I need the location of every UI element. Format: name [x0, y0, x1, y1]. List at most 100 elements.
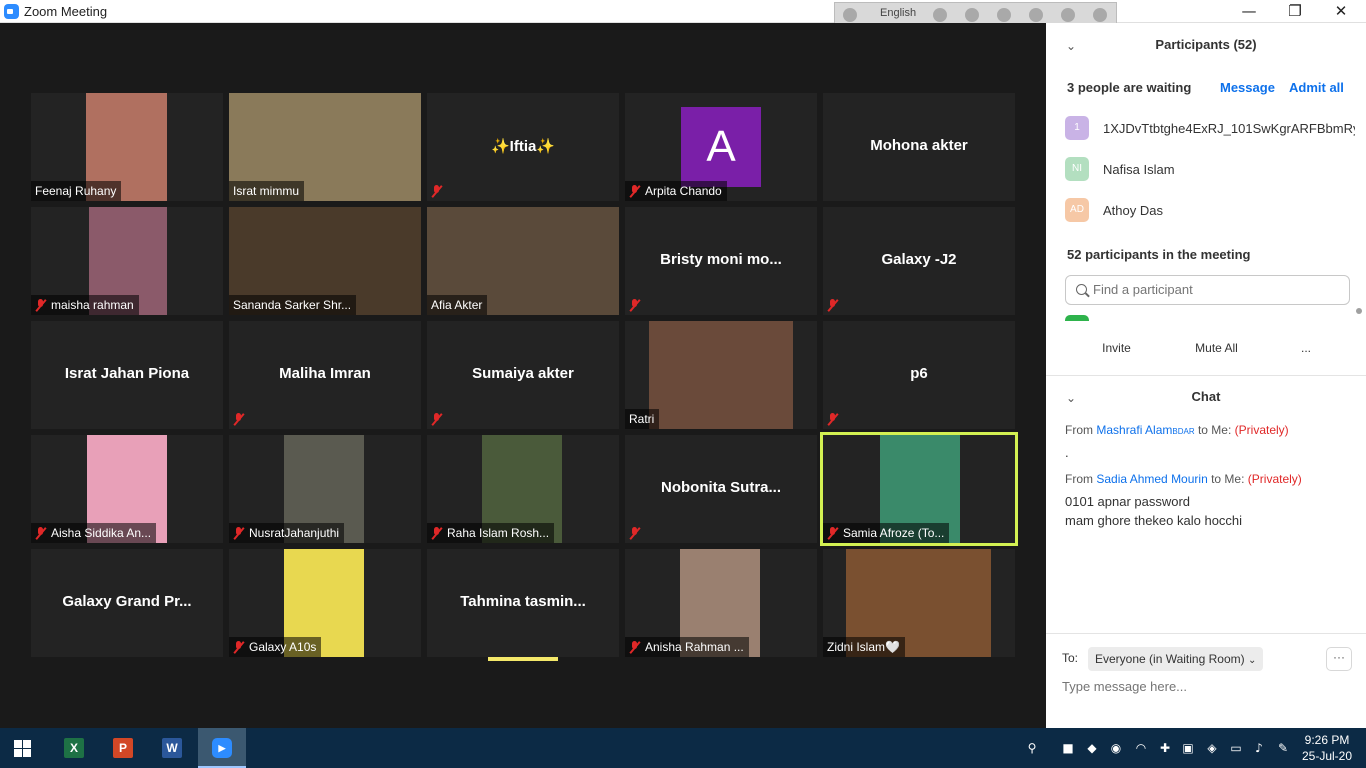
restore-icon[interactable]: ❐ — [1272, 0, 1318, 23]
participant-tile[interactable]: Galaxy A10s — [229, 549, 421, 657]
participant-label: Samia Afroze (To... — [823, 523, 950, 543]
wifi-icon[interactable]: ◠ — [1133, 740, 1149, 756]
recipient-dropdown[interactable]: Everyone (in Waiting Room) ⌄ — [1088, 647, 1264, 671]
participant-label: Feenaj Ruhany — [31, 181, 122, 201]
mic-muted-icon — [431, 412, 442, 426]
close-icon[interactable]: ✕ — [1318, 0, 1364, 23]
language-label[interactable]: English — [880, 7, 916, 19]
info-icon[interactable] — [1093, 8, 1107, 22]
participant-tile[interactable]: Galaxy Grand Pr... — [31, 549, 223, 657]
mic-muted-icon — [629, 184, 640, 198]
waiting-participant[interactable]: 1 1XJDvTtbtghe4ExRJ_101SwKgrARFBbmRyb2 — [1065, 116, 1360, 142]
participant-name: Zidni Islam🤍 — [827, 640, 900, 654]
invite-button[interactable]: Invite — [1093, 336, 1140, 362]
participant-name: Israt Jahan Piona — [64, 365, 190, 382]
participant-tile[interactable]: Galaxy -J2 — [823, 207, 1015, 315]
recipient-text: to Me: — [1197, 423, 1232, 437]
participant-tile[interactable]: NusratJahanjuthi — [229, 435, 421, 543]
participant-search[interactable] — [1065, 275, 1350, 305]
chat-composer: To: Everyone (in Waiting Room) ⌄ ··· — [1046, 633, 1366, 728]
participant-tile[interactable]: Raha Islam Rosh... — [427, 435, 619, 543]
participant-name: Ratri — [629, 412, 655, 426]
help-icon[interactable] — [1061, 8, 1075, 22]
start-button[interactable] — [14, 740, 31, 757]
minimize-icon[interactable]: — — [1226, 0, 1272, 23]
participant-name: Nafisa Islam — [1103, 162, 1175, 177]
scrollbar-thumb[interactable] — [1356, 308, 1362, 314]
zoom-tray-icon[interactable]: ■ — [1060, 740, 1076, 756]
participant-name: p6 — [910, 365, 928, 382]
participant-name: Arpita Chando — [645, 184, 722, 198]
network-icon[interactable]: ◈ — [1204, 740, 1220, 756]
participant-name: Tahmina tasmin... — [460, 593, 586, 610]
side-panel: ⌄ Participants (52) 3 people are waiting… — [1046, 23, 1366, 728]
participant-name: Feenaj Ruhany — [35, 184, 117, 198]
mute-all-button[interactable]: Mute All — [1184, 336, 1249, 362]
antivirus-icon[interactable]: ▣ — [1180, 740, 1196, 756]
participant-tile[interactable]: Anisha Rahman ... — [625, 549, 817, 657]
tool-icon[interactable] — [965, 8, 979, 22]
participant-tile[interactable]: Israt Jahan Piona — [31, 321, 223, 429]
participant-tile[interactable]: Afia Akter — [427, 207, 619, 315]
taskbar-word[interactable]: W — [148, 728, 196, 768]
waiting-participant[interactable]: NI Nafisa Islam — [1065, 157, 1360, 183]
participant-tile[interactable]: p6 — [823, 321, 1015, 429]
search-input[interactable] — [1093, 282, 1343, 297]
participant-tile[interactable]: Maliha Imran — [229, 321, 421, 429]
record-icon[interactable]: ◉ — [1108, 740, 1124, 756]
chat-header: ⌄ Chat — [1046, 389, 1366, 411]
security-icon[interactable]: ✚ — [1157, 740, 1173, 756]
in-meeting-count: 52 participants in the meeting — [1067, 247, 1251, 262]
language-icon[interactable]: ✎ — [1275, 740, 1291, 756]
app-tray-icon[interactable]: ◆ — [1084, 740, 1100, 756]
taskbar-powerpoint[interactable]: P — [99, 728, 147, 768]
participant-tile[interactable]: A Arpita Chando — [625, 93, 817, 201]
chat-more-button[interactable]: ··· — [1326, 647, 1352, 671]
mic-muted-icon — [629, 640, 640, 654]
participant-tile[interactable]: Tahmina tasmin... — [427, 549, 619, 657]
participant-name: Galaxy A10s — [249, 640, 317, 654]
mic-muted-icon — [35, 298, 46, 312]
participant-label — [823, 295, 848, 315]
message-body: . — [1065, 445, 1069, 460]
settings-gear-icon[interactable] — [997, 8, 1011, 22]
taskbar: X P W ▶ ⚲ ■ ◆ ◉ ◠ ✚ ▣ ◈ ▭ ♪ ✎ 9:26 PM 25… — [0, 728, 1366, 768]
admit-all-button[interactable]: Admit all — [1289, 80, 1344, 95]
participant-tile[interactable]: Sananda Sarker Shr... — [229, 207, 421, 315]
taskbar-zoom[interactable]: ▶ — [198, 728, 246, 768]
participant-tile[interactable]: Bristy moni mo... — [625, 207, 817, 315]
sender-name[interactable]: Mashrafi Alam — [1096, 423, 1172, 437]
participant-tile[interactable]: Sumaiya akter — [427, 321, 619, 429]
chat-message-input[interactable] — [1062, 679, 1352, 694]
participant-tile[interactable]: ✨Iftia✨ — [427, 93, 619, 201]
participant-name: maisha rahman — [51, 298, 134, 312]
participant-tile[interactable]: Israt mimmu — [229, 93, 421, 201]
participant-name: Galaxy -J2 — [881, 251, 957, 268]
taskbar-excel[interactable]: X — [50, 728, 98, 768]
participant-label: Israt mimmu — [229, 181, 304, 201]
waiting-participant[interactable]: AD Athoy Das — [1065, 198, 1360, 224]
participant-tile[interactable]: maisha rahman — [31, 207, 223, 315]
keyboard-icon[interactable] — [933, 8, 947, 22]
taskbar-clock[interactable]: 9:26 PM 25-Jul-20 — [1294, 732, 1360, 764]
page-indicator — [488, 657, 558, 661]
participant-name: Maliha Imran — [279, 365, 371, 382]
avatar: A — [681, 107, 761, 187]
battery-icon[interactable]: ▭ — [1228, 740, 1244, 756]
browser-icon[interactable] — [1029, 8, 1043, 22]
avatar: 1 — [1065, 116, 1089, 140]
sender-name[interactable]: Sadia Ahmed Mourin — [1096, 472, 1207, 486]
volume-icon[interactable]: ♪ — [1251, 740, 1267, 756]
participant-tile[interactable]: Feenaj Ruhany — [31, 93, 223, 201]
participant-tile[interactable]: Ratri — [625, 321, 817, 429]
zoom-app-icon — [4, 4, 19, 19]
message-waiting-button[interactable]: Message — [1220, 80, 1275, 95]
participant-name: Raha Islam Rosh... — [447, 526, 550, 540]
participant-tile[interactable]: Aisha Siddika An... — [31, 435, 223, 543]
participant-tile[interactable]: Samia Afroze (To... — [820, 432, 1018, 546]
participant-tile[interactable]: Mohona akter — [823, 93, 1015, 201]
more-options-button[interactable]: ... — [1294, 336, 1318, 362]
people-icon[interactable]: ⚲ — [1024, 740, 1040, 756]
participant-tile[interactable]: Nobonita Sutra... — [625, 435, 817, 543]
participant-tile[interactable]: Zidni Islam🤍 — [823, 549, 1015, 657]
